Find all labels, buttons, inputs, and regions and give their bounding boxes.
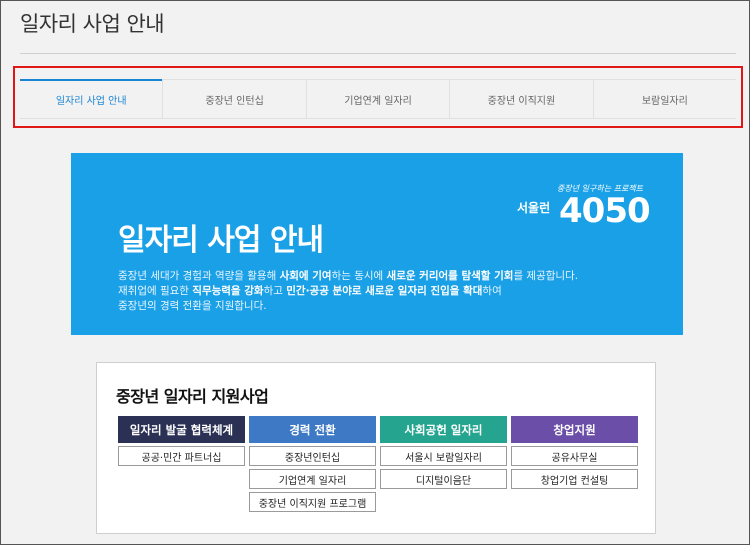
program-item[interactable]: 중장년 이직지원 프로그램: [249, 492, 376, 512]
hero-text-bold: 사회에 기여: [279, 270, 332, 282]
column-startup-support: 창업지원 공유사무실 창업기업 컨설팅: [511, 416, 638, 489]
program-item[interactable]: 중장년인턴십: [249, 446, 376, 466]
hero-text-bold: 직무능력을 강화: [192, 285, 264, 297]
column-job-discovery: 일자리 발굴 협력체계 공공·민간 파트너십: [118, 416, 245, 466]
hero-text-bold: 새로운 커리어를 탐색할 기회: [386, 270, 514, 282]
program-item[interactable]: 공공·민간 파트너십: [118, 446, 245, 466]
column-head: 창업지원: [511, 416, 638, 443]
column-social-contribution: 사회공헌 일자리 서울시 보람일자리 디지털이음단: [380, 416, 507, 489]
title-divider: [20, 53, 736, 54]
program-item[interactable]: 공유사무실: [511, 446, 638, 466]
logo-number: 4050: [559, 191, 651, 231]
tab-company-linked-jobs[interactable]: 기업연계 일자리: [305, 80, 449, 118]
support-title: 중장년 일자리 지원사업: [116, 387, 269, 406]
hero-desc-line-3: 중장년의 경력 전환을 지원합니다.: [118, 300, 267, 312]
column-head: 일자리 발굴 협력체계: [118, 416, 245, 443]
tab-midcareer-internship[interactable]: 중장년 인턴십: [162, 80, 305, 118]
tab-midcareer-transition[interactable]: 중장년 이직지원: [449, 80, 592, 118]
tab-job-program-info[interactable]: 일자리 사업 안내: [20, 79, 163, 118]
hero-banner: 중장년 일구하는 프로젝트 서울런 4050 일자리 사업 안내 중장년 세대가…: [71, 153, 683, 335]
hero-text: 하고: [263, 285, 287, 297]
hero-desc-line-1: 중장년 세대가 경험과 역량을 활용해 사회에 기여하는 동시에 새로운 커리어…: [118, 269, 578, 284]
hero-text-bold: 민간·공공 분야로 새로운 일자리 진입을 확대: [286, 285, 483, 297]
hero-text: 를 제공합니다.: [513, 270, 579, 282]
program-item[interactable]: 창업기업 컨설팅: [511, 469, 638, 489]
tab-bar: 일자리 사업 안내 중장년 인턴십 기업연계 일자리 중장년 이직지원 보람일자…: [20, 79, 736, 119]
column-head: 사회공헌 일자리: [380, 416, 507, 443]
column-career-transition: 경력 전환 중장년인턴십 기업연계 일자리 중장년 이직지원 프로그램: [249, 416, 376, 512]
logo-seoul: 서울런: [517, 201, 551, 215]
program-item[interactable]: 디지털이음단: [380, 469, 507, 489]
hero-text: 하여: [482, 285, 502, 297]
seoul-4050-logo: 중장년 일구하는 프로젝트 서울런 4050: [517, 183, 651, 231]
hero-text: 중장년 세대가 경험과 역량을 활용해: [118, 270, 280, 282]
column-head: 경력 전환: [249, 416, 376, 443]
program-item[interactable]: 서울시 보람일자리: [380, 446, 507, 466]
tab-rewarding-jobs[interactable]: 보람일자리: [592, 80, 736, 118]
hero-title: 일자리 사업 안내: [118, 223, 324, 258]
program-item[interactable]: 기업연계 일자리: [249, 469, 376, 489]
page-title: 일자리 사업 안내: [20, 12, 165, 36]
hero-text: 하는 동시에: [331, 270, 387, 282]
hero-description: 중장년 세대가 경험과 역량을 활용해 사회에 기여하는 동시에 새로운 커리어…: [118, 269, 578, 314]
hero-text: 재취업에 필요한: [118, 285, 193, 297]
support-programs-box: 중장년 일자리 지원사업 일자리 발굴 협력체계 공공·민간 파트너십 경력 전…: [96, 362, 656, 534]
hero-desc-line-2: 재취업에 필요한 직무능력을 강화하고 민간·공공 분야로 새로운 일자리 진입…: [118, 284, 578, 299]
